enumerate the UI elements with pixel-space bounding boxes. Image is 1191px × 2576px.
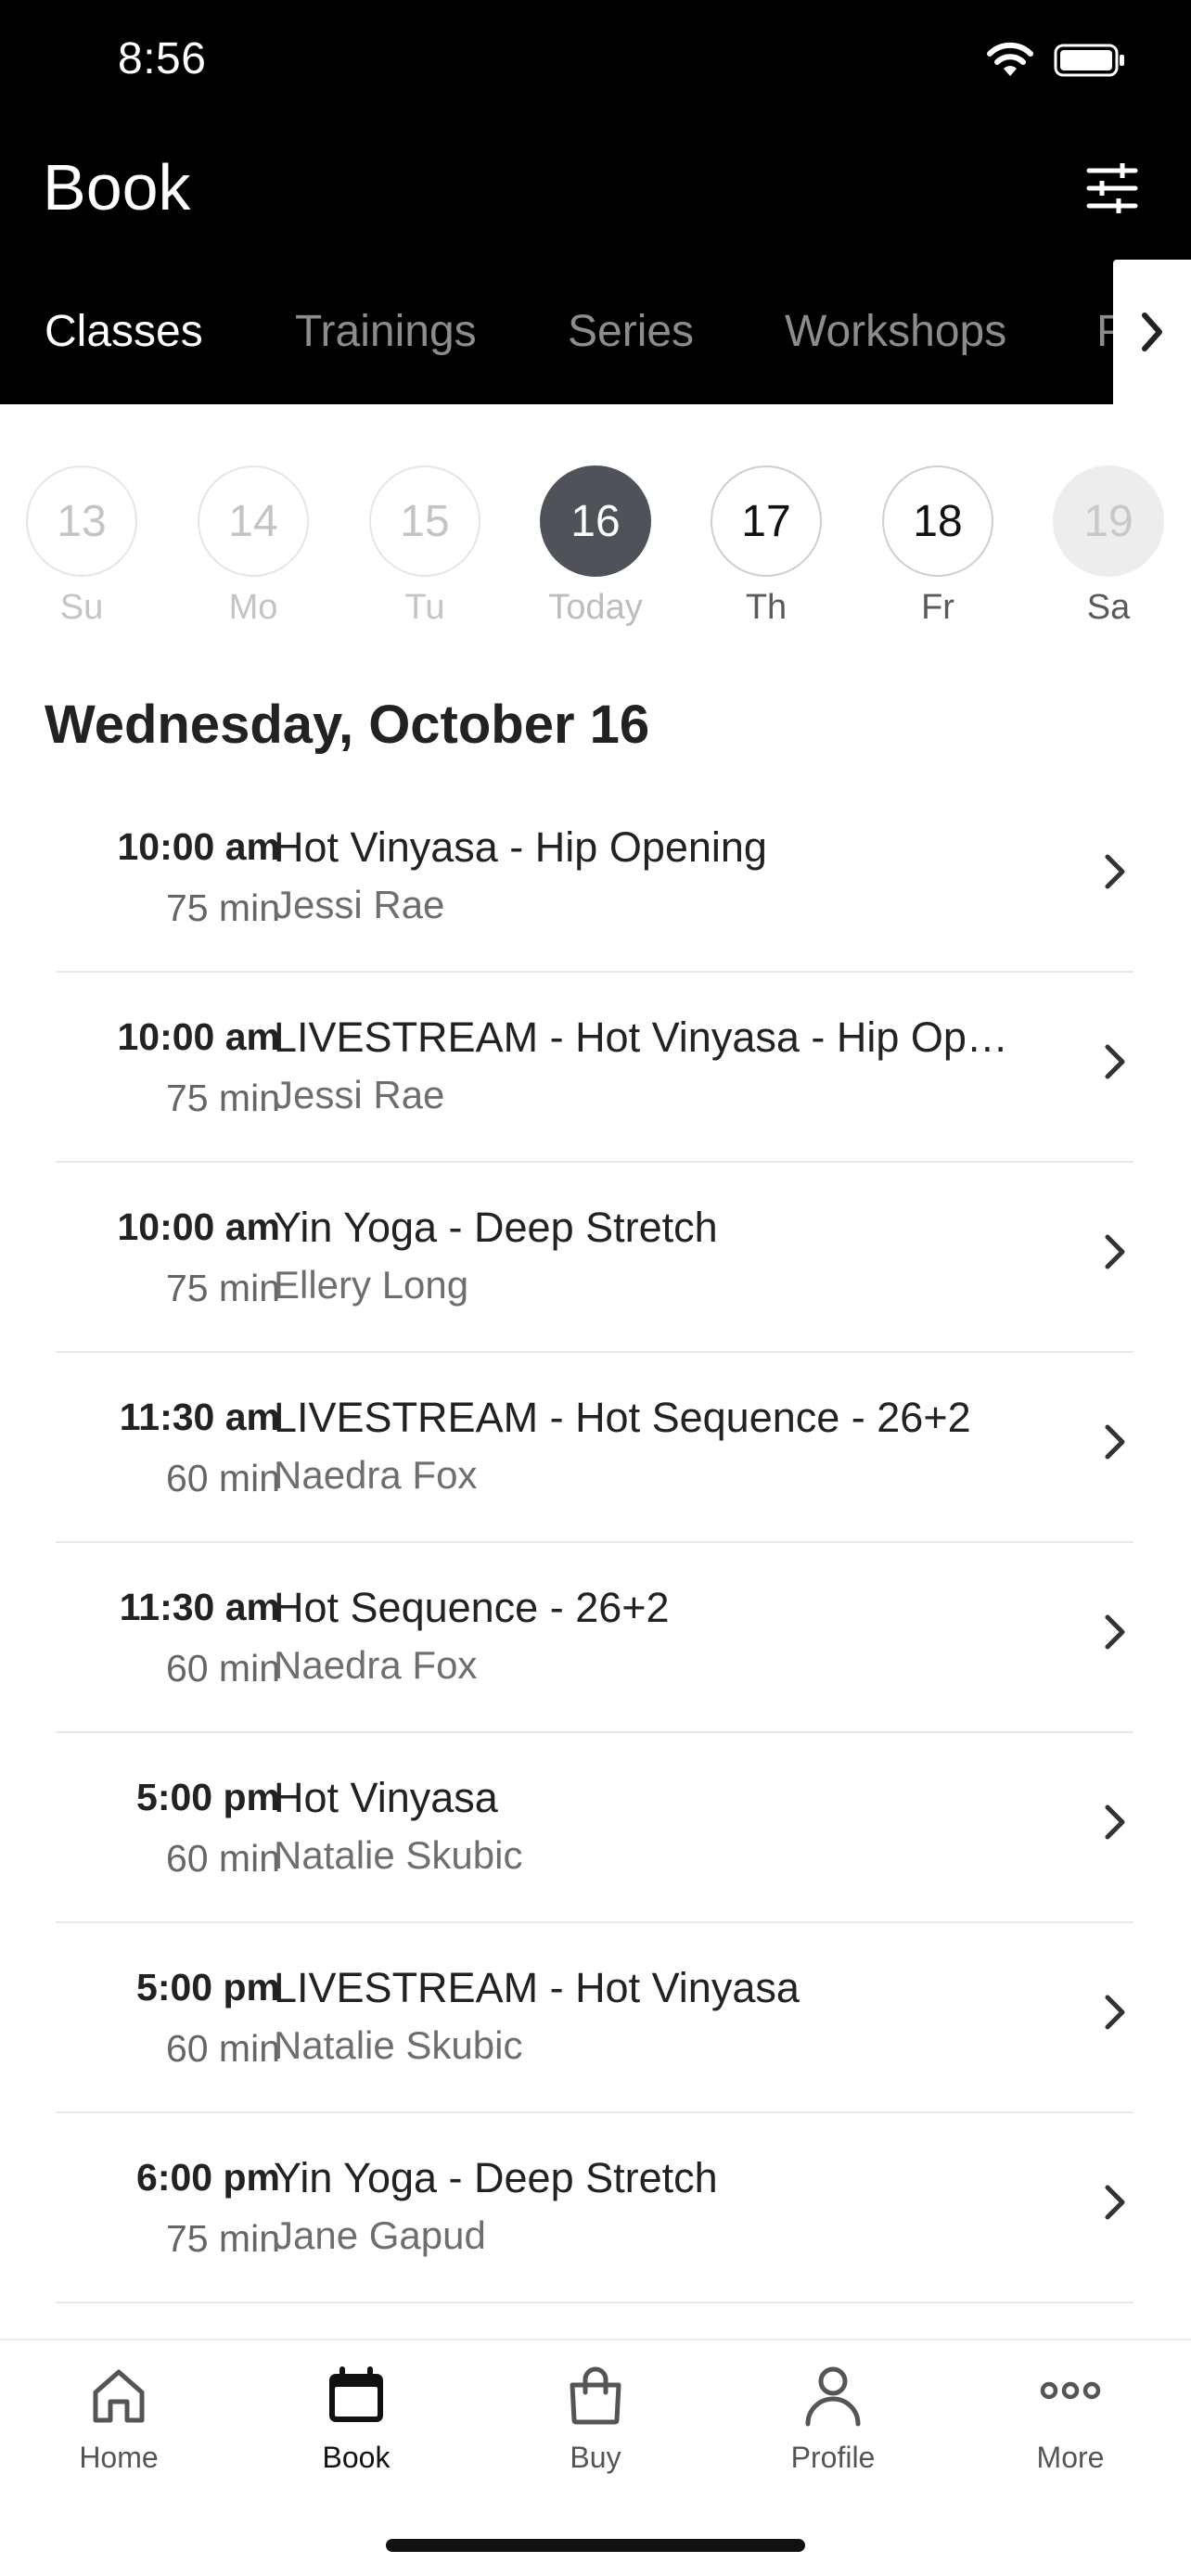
nav-buy[interactable]: Buy bbox=[512, 2363, 679, 2475]
class-row[interactable]: 5:00 pm 60 min Hot Vinyasa Natalie Skubi… bbox=[56, 1733, 1133, 1923]
class-row[interactable]: 10:00 am 75 min Yin Yoga - Deep Stretch … bbox=[56, 1163, 1133, 1353]
class-row[interactable]: 10:00 am 75 min LIVESTREAM - Hot Vinyasa… bbox=[56, 973, 1133, 1163]
day-of-week: Su bbox=[59, 588, 104, 627]
tabs-scroll-right-button[interactable] bbox=[1113, 260, 1191, 404]
class-time: 10:00 am bbox=[117, 1015, 280, 1058]
class-teacher: Ellery Long bbox=[274, 1263, 469, 1307]
class-teacher: Natalie Skubic bbox=[274, 2023, 523, 2067]
shopping-bag-icon bbox=[570, 2366, 621, 2425]
home-indicator[interactable] bbox=[386, 2539, 805, 2552]
nav-book[interactable]: Book bbox=[273, 2363, 440, 2475]
class-name: Yin Yoga - Deep Stretch bbox=[274, 1204, 718, 1251]
nav-home[interactable]: Home bbox=[35, 2363, 202, 2475]
screen: 8:56 Book Classes Trainings Series Works… bbox=[0, 0, 1191, 2576]
nav-label: Buy bbox=[570, 2441, 621, 2474]
class-name: Hot Sequence - 26+2 bbox=[274, 1584, 670, 1631]
class-name: Hot Vinyasa bbox=[274, 1774, 498, 1821]
class-name: Yin Yoga - Deep Stretch bbox=[274, 2154, 718, 2201]
class-time: 11:30 am bbox=[119, 1396, 280, 1438]
nav-label: Profile bbox=[790, 2441, 876, 2474]
class-name: Hot Vinyasa - Hip Opening bbox=[274, 823, 767, 871]
day-number: 18 bbox=[882, 465, 993, 577]
day-14[interactable]: 14 Mo bbox=[198, 465, 309, 628]
home-icon bbox=[93, 2369, 145, 2423]
battery-icon bbox=[1054, 44, 1124, 77]
class-teacher: Jane Gapud bbox=[274, 2213, 486, 2257]
day-13[interactable]: 13 Su bbox=[26, 465, 137, 628]
class-time: 5:00 pm bbox=[136, 1966, 280, 2009]
chevron-right-icon bbox=[1105, 1234, 1125, 1269]
nav-profile[interactable]: Profile bbox=[749, 2363, 916, 2475]
filter-sliders-icon[interactable] bbox=[1083, 159, 1141, 217]
chevron-right-icon bbox=[1105, 1424, 1125, 1460]
class-duration: 60 min bbox=[165, 2027, 280, 2070]
more-dots-icon bbox=[1040, 2381, 1101, 2400]
class-name: LIVESTREAM - Hot Vinyasa - Hip Op… bbox=[274, 1014, 1008, 1061]
class-teacher: Jessi Rae bbox=[274, 1073, 445, 1116]
chevron-right-icon bbox=[1105, 2185, 1125, 2220]
chevron-right-icon bbox=[1142, 312, 1162, 351]
class-time: 11:30 am bbox=[119, 1586, 280, 1628]
class-duration: 75 min bbox=[165, 1077, 280, 1119]
tab-workshops[interactable]: Workshops bbox=[785, 306, 1006, 357]
day-number: 17 bbox=[711, 465, 822, 577]
class-teacher: Naedra Fox bbox=[274, 1453, 478, 1497]
calendar-icon bbox=[329, 2366, 383, 2422]
chevron-right-icon bbox=[1105, 1804, 1125, 1840]
day-17[interactable]: 17 Th bbox=[711, 465, 822, 628]
day-of-week: Fr bbox=[921, 588, 954, 627]
class-row[interactable]: 11:30 am 60 min LIVESTREAM - Hot Sequenc… bbox=[56, 1353, 1133, 1543]
wifi-icon bbox=[987, 42, 1033, 76]
tab-series[interactable]: Series bbox=[568, 306, 694, 357]
chevron-right-icon bbox=[1105, 1044, 1125, 1079]
day-of-week: Sa bbox=[1086, 588, 1131, 627]
day-15[interactable]: 15 Tu bbox=[369, 465, 480, 628]
class-name: LIVESTREAM - Hot Vinyasa bbox=[274, 1964, 800, 2011]
class-duration: 60 min bbox=[165, 1457, 280, 1499]
category-tabs: Classes Trainings Series Workshops P bbox=[0, 261, 1191, 404]
class-duration: 75 min bbox=[165, 886, 280, 929]
day-of-week: Today bbox=[548, 588, 643, 627]
class-duration: 60 min bbox=[165, 1647, 280, 1690]
date-heading: Wednesday, October 16 bbox=[45, 695, 650, 755]
day-number: 14 bbox=[198, 465, 309, 577]
day-of-week: Mo bbox=[228, 588, 278, 627]
class-row[interactable]: 6:00 pm 75 min Yin Yoga - Deep Stretch J… bbox=[56, 2113, 1133, 2303]
nav-more[interactable]: More bbox=[987, 2363, 1154, 2475]
class-time: 6:00 pm bbox=[136, 2156, 280, 2199]
class-name: LIVESTREAM - Hot Sequence - 26+2 bbox=[274, 1394, 971, 1441]
person-icon bbox=[805, 2366, 861, 2427]
status-time: 8:56 bbox=[118, 34, 207, 83]
class-duration: 60 min bbox=[165, 1837, 280, 1880]
page-title: Book bbox=[43, 151, 191, 223]
day-16-today[interactable]: 16 Today bbox=[540, 465, 651, 628]
day-number: 19 bbox=[1053, 465, 1164, 577]
chevron-right-icon bbox=[1105, 1614, 1125, 1650]
class-row[interactable]: 11:30 am 60 min Hot Sequence - 26+2 Naed… bbox=[56, 1543, 1133, 1733]
day-of-week: Th bbox=[745, 588, 788, 627]
class-time: 10:00 am bbox=[117, 1205, 280, 1248]
nav-label: Home bbox=[79, 2441, 159, 2474]
day-of-week: Tu bbox=[404, 588, 445, 627]
day-18[interactable]: 18 Fr bbox=[882, 465, 993, 628]
nav-label: Book bbox=[322, 2441, 391, 2474]
class-row[interactable]: 5:00 pm 60 min LIVESTREAM - Hot Vinyasa … bbox=[56, 1923, 1133, 2113]
class-teacher: Jessi Rae bbox=[274, 883, 445, 926]
day-19[interactable]: 19 Sa bbox=[1053, 465, 1164, 628]
day-number: 15 bbox=[369, 465, 480, 577]
class-time: 10:00 am bbox=[117, 825, 280, 868]
class-teacher: Natalie Skubic bbox=[274, 1833, 523, 1877]
class-row[interactable]: 10:00 am 75 min Hot Vinyasa - Hip Openin… bbox=[56, 783, 1133, 973]
class-teacher: Naedra Fox bbox=[274, 1643, 478, 1687]
nav-label: More bbox=[1036, 2441, 1105, 2474]
class-time: 5:00 pm bbox=[136, 1776, 280, 1818]
chevron-right-icon bbox=[1105, 854, 1125, 889]
day-number: 13 bbox=[26, 465, 137, 577]
class-duration: 75 min bbox=[165, 2217, 280, 2260]
tab-classes[interactable]: Classes bbox=[45, 306, 203, 357]
day-number: 16 bbox=[540, 465, 651, 577]
tab-trainings[interactable]: Trainings bbox=[295, 306, 477, 357]
chevron-right-icon bbox=[1105, 1995, 1125, 2030]
class-duration: 75 min bbox=[165, 1267, 280, 1309]
